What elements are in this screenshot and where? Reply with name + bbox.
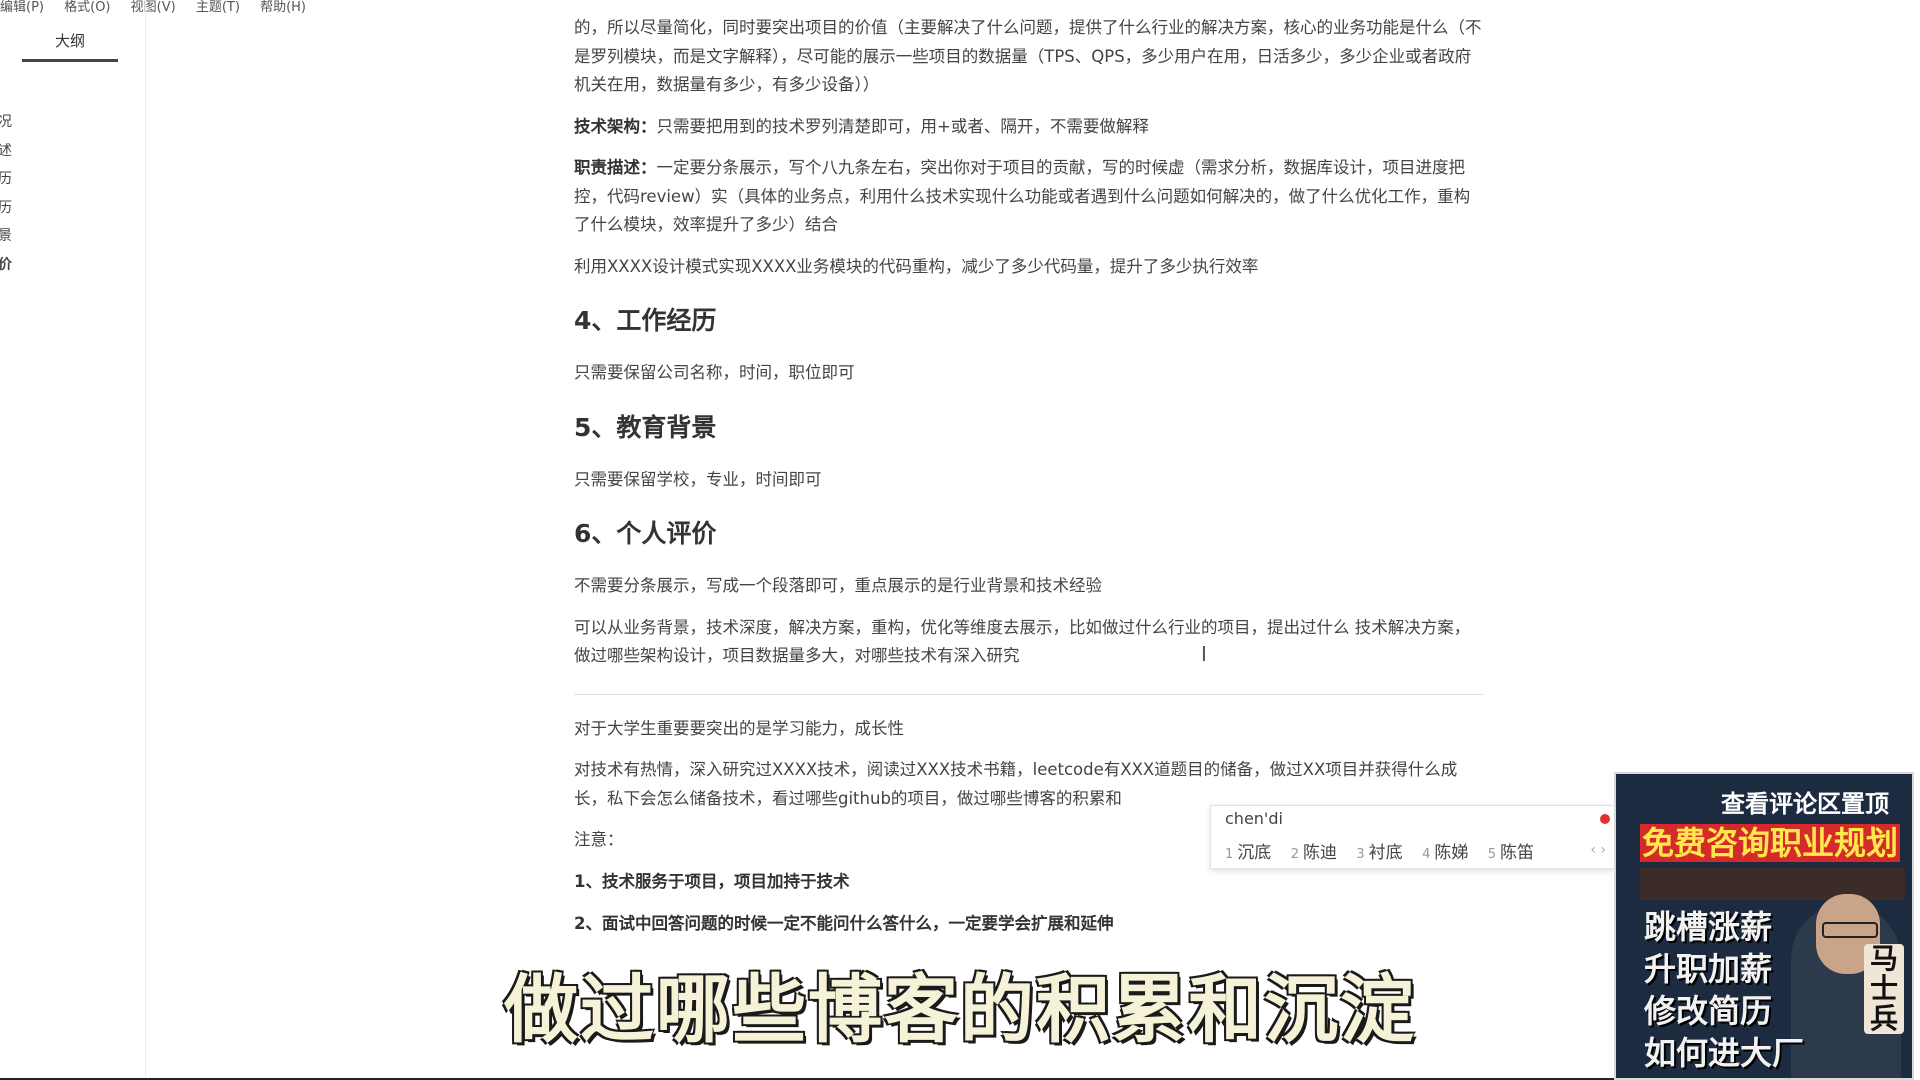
ime-candidate[interactable]: 4 陈娣 xyxy=(1422,843,1468,863)
outline-item[interactable]: 况 xyxy=(0,111,12,140)
promo-lines: 跳槽涨薪 升职加薪 修改简历 如何进大厂 xyxy=(1644,906,1804,1074)
duty-label: 职责描述： xyxy=(574,158,657,177)
ime-page-nav-icon[interactable]: ‹ › xyxy=(1590,842,1606,858)
duty-text: 一定要分条展示，写个八九条左右，突出你对于项目的贡献，写的时候虚（需求分析，数据… xyxy=(574,158,1471,234)
note-item-1: 1、技术服务于项目，项目加持于技术 xyxy=(574,871,850,891)
ime-candidate[interactable]: 1 沉底 xyxy=(1225,843,1271,863)
paragraph-refactor: 利用XXXX设计模式实现XXXX业务模块的代码重构，减少了多少代码量，提升了多少… xyxy=(574,256,1259,276)
promo-name: 马士兵 xyxy=(1864,944,1904,1034)
heading-education: 5、教育背景 xyxy=(574,412,717,442)
paragraph-eval-2: 可以从业务背景，技术深度，解决方案，重构，优化等维度去展示，比如做过什么行业的项… xyxy=(574,617,1471,666)
note-item-2: 2、面试中回答问题的时候一定不能问什么答什么，一定要学会扩展和延伸 xyxy=(574,914,1114,933)
ime-pinyin-input: chen'di xyxy=(1225,809,1283,828)
paragraph-eval-1: 不需要分条展示，写成一个段落即可，重点展示的是行业背景和技术经验 xyxy=(574,576,1102,595)
promo-line: 跳槽涨薪 xyxy=(1644,908,1773,946)
outline-item[interactable]: 历 xyxy=(0,197,12,226)
outline-tab[interactable]: 大纲 xyxy=(22,30,118,62)
tech-architecture-text: 只需要把用到的技术罗列清楚即可，用+或者、隔开，不需要做解释 xyxy=(656,116,1149,136)
text-cursor-icon: I xyxy=(1201,642,1207,666)
ime-logo-icon xyxy=(1600,814,1610,824)
ime-candidate-list: 1 沉底 2 陈迪 3 衬底 4 陈娣 5 陈笛 xyxy=(1225,838,1548,863)
outline-item-active[interactable]: 价 xyxy=(0,254,12,283)
outline-sidebar: 大纲 况 述 历 历 景 价 xyxy=(0,0,146,1080)
promo-line: 升职加薪 xyxy=(1644,950,1773,988)
outline-item[interactable]: 述 xyxy=(0,140,12,169)
ime-candidate[interactable]: 5 陈笛 xyxy=(1488,843,1534,863)
heading-self-evaluation: 6、个人评价 xyxy=(574,519,717,548)
promo-line: 如何进大厂 xyxy=(1644,1034,1805,1072)
paragraph-tech-architecture: 技术架构：只需要把用到的技术罗列清楚即可，用+或者、隔开，不需要做解释 xyxy=(574,113,1484,142)
promo-glasses-image xyxy=(1822,922,1878,938)
ime-candidate[interactable]: 3 衬底 xyxy=(1356,843,1402,863)
divider xyxy=(574,693,1484,695)
ime-candidate[interactable]: 2 陈迪 xyxy=(1291,843,1337,863)
paragraph-project-value: 的，所以尽量简化，同时要突出项目的价值（主要解决了什么问题，提供了什么行业的解决… xyxy=(574,18,1482,94)
heading-work-experience: 4、工作经历 xyxy=(574,306,717,335)
promo-top-text: 查看评论区置顶 xyxy=(1721,790,1889,818)
tech-architecture-label: 技术架构： xyxy=(574,116,657,136)
outline-item[interactable]: 景 xyxy=(0,225,12,254)
promo-banner xyxy=(1640,868,1905,900)
outline-list: 况 述 历 历 景 价 xyxy=(0,111,12,282)
promo-line: 修改简历 xyxy=(1644,992,1773,1030)
menu-theme[interactable]: 主题(T) xyxy=(196,0,240,14)
promo-overlay[interactable]: 查看评论区置顶 免费咨询职业规划 跳槽涨薪 升职加薪 修改简历 如何进大厂 马士… xyxy=(1614,772,1914,1080)
paragraph-student: 对于大学生重要要突出的是学习能力，成长性 xyxy=(574,718,904,738)
menu-help[interactable]: 帮助(H) xyxy=(260,0,306,14)
promo-title: 免费咨询职业规划 xyxy=(1640,824,1900,862)
outline-item[interactable]: 历 xyxy=(0,168,12,197)
paragraph-work: 只需要保留公司名称，时间，职位即可 xyxy=(574,363,855,382)
paragraph-education: 只需要保留学校，专业，时间即可 xyxy=(574,469,822,489)
ime-candidate-window[interactable]: chen'di 1 沉底 2 陈迪 3 衬底 4 陈娣 5 陈笛 ‹ › xyxy=(1210,805,1617,869)
paragraph-duty: 职责描述：一定要分条展示，写个八九条左右，突出你对于项目的贡献，写的时候虚（需求… xyxy=(574,154,1484,240)
